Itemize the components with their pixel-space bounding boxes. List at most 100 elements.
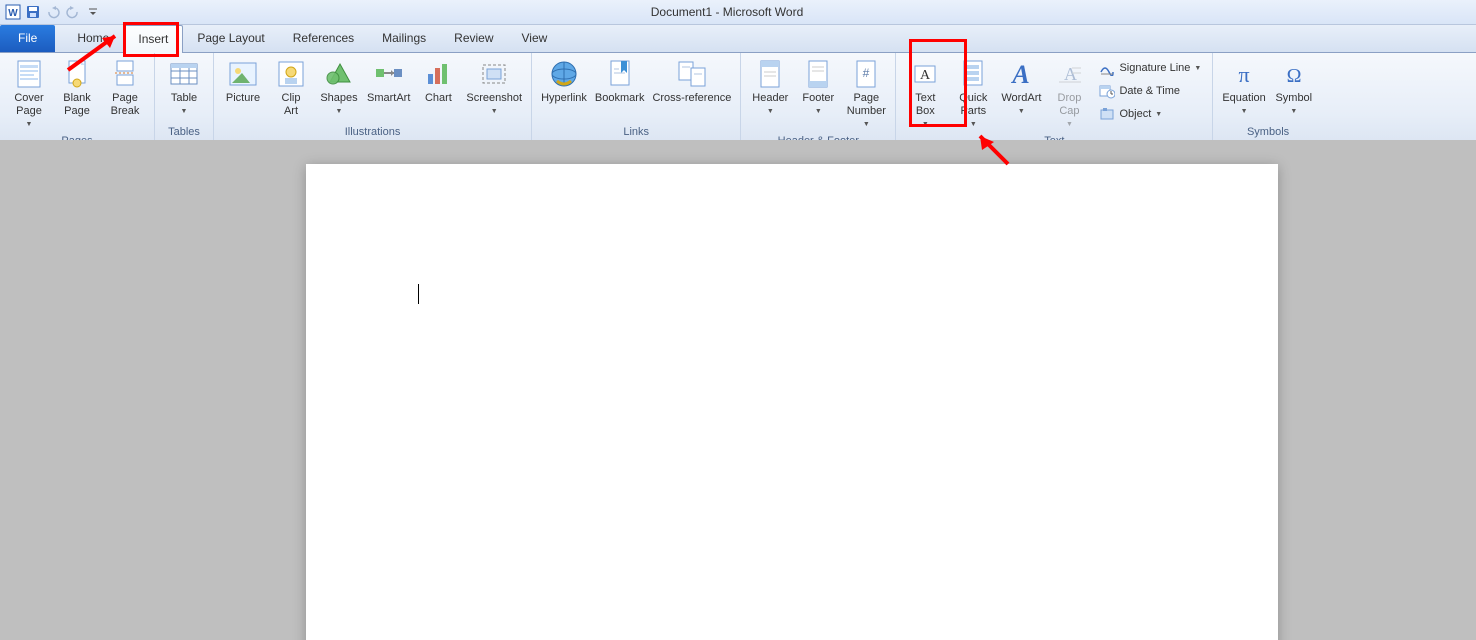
tab-insert[interactable]: Insert <box>123 25 183 53</box>
page-break-button[interactable]: PageBreak <box>102 55 148 123</box>
group-symbols: π Equation▼ Ω Symbol▼ Symbols <box>1213 53 1322 140</box>
bookmark-label: Bookmark <box>595 92 645 105</box>
equation-button[interactable]: π Equation▼ <box>1219 55 1268 123</box>
file-tab[interactable]: File <box>0 25 55 52</box>
text-box-label: TextBox <box>915 92 935 118</box>
wordart-button[interactable]: A WordArt▼ <box>998 55 1044 123</box>
bookmark-button[interactable]: Bookmark <box>592 55 648 123</box>
tab-references[interactable]: References <box>279 25 368 52</box>
text-box-button[interactable]: A TextBox▼ <box>902 55 948 134</box>
header-button[interactable]: Header▼ <box>747 55 793 123</box>
smartart-label: SmartArt <box>367 92 410 105</box>
smartart-button[interactable]: SmartArt <box>364 55 413 123</box>
drop-cap-button[interactable]: A DropCap▼ <box>1046 55 1092 134</box>
title-bar: W Document1 - Microsoft Word <box>0 0 1476 25</box>
redo-icon[interactable] <box>64 3 82 21</box>
tab-mailings[interactable]: Mailings <box>368 25 440 52</box>
signature-line-button[interactable]: Signature Line ▼ <box>1094 57 1206 79</box>
object-button[interactable]: Object ▼ <box>1094 103 1206 125</box>
group-pages: CoverPage▼ BlankPage PageBreak Pages <box>0 53 155 140</box>
chart-icon <box>422 58 454 90</box>
table-button[interactable]: Table▼ <box>161 55 207 123</box>
object-label: Object <box>1119 108 1151 120</box>
svg-text:Ω: Ω <box>1286 65 1301 87</box>
group-links: Hyperlink Bookmark Cross-reference Links <box>532 53 741 140</box>
tab-page-layout[interactable]: Page Layout <box>183 25 278 52</box>
signature-icon <box>1099 60 1115 76</box>
page-break-icon <box>109 58 141 90</box>
page-number-label: PageNumber <box>847 92 886 118</box>
chevron-down-icon: ▼ <box>1066 118 1073 131</box>
chevron-down-icon: ▼ <box>1018 105 1025 118</box>
symbol-label: Symbol <box>1275 92 1312 105</box>
ribbon: CoverPage▼ BlankPage PageBreak Pages Tab… <box>0 53 1476 141</box>
date-time-icon <box>1099 83 1115 99</box>
date-time-label: Date & Time <box>1119 85 1180 97</box>
cross-reference-label: Cross-reference <box>652 92 731 105</box>
cover-page-button[interactable]: CoverPage▼ <box>6 55 52 134</box>
group-tables: Table▼ Tables <box>155 53 214 140</box>
hyperlink-label: Hyperlink <box>541 92 587 105</box>
blank-page-icon <box>61 58 93 90</box>
picture-button[interactable]: Picture <box>220 55 266 123</box>
chart-label: Chart <box>425 92 452 105</box>
symbol-button[interactable]: Ω Symbol▼ <box>1271 55 1317 123</box>
text-side-column: Signature Line ▼ Date & Time Object ▼ <box>1094 55 1206 127</box>
ribbon-tabs: File Home Insert Page Layout References … <box>0 25 1476 53</box>
chevron-down-icon: ▼ <box>336 105 343 118</box>
clip-art-button[interactable]: ClipArt <box>268 55 314 123</box>
document-page[interactable] <box>306 164 1278 640</box>
hyperlink-button[interactable]: Hyperlink <box>538 55 590 123</box>
equation-label: Equation <box>1222 92 1265 105</box>
tab-review[interactable]: Review <box>440 25 507 52</box>
group-illustrations: Picture ClipArt Shapes▼ SmartArt Chart S… <box>214 53 532 140</box>
shapes-button[interactable]: Shapes▼ <box>316 55 362 123</box>
footer-icon <box>802 58 834 90</box>
quick-parts-label: QuickParts <box>959 92 987 118</box>
screenshot-button[interactable]: Screenshot▼ <box>463 55 525 123</box>
undo-icon[interactable] <box>44 3 62 21</box>
cross-reference-button[interactable]: Cross-reference <box>649 55 734 123</box>
page-number-icon: # <box>850 58 882 90</box>
tab-home[interactable]: Home <box>63 25 123 52</box>
document-area[interactable] <box>0 140 1476 640</box>
footer-label: Footer <box>802 92 834 105</box>
svg-text:A: A <box>1064 64 1077 84</box>
chart-button[interactable]: Chart <box>415 55 461 123</box>
chevron-down-icon: ▼ <box>970 118 977 131</box>
wordart-icon: A <box>1005 58 1037 90</box>
chevron-down-icon: ▼ <box>922 118 929 131</box>
chevron-down-icon: ▼ <box>1194 65 1201 72</box>
picture-label: Picture <box>226 92 260 105</box>
group-text: A TextBox▼ QuickParts▼ A WordArt▼ A Drop… <box>896 53 1213 140</box>
shapes-label: Shapes <box>320 92 357 105</box>
group-links-label: Links <box>538 125 734 140</box>
text-cursor <box>418 284 419 304</box>
chevron-down-icon: ▼ <box>1290 105 1297 118</box>
chevron-down-icon: ▼ <box>1241 105 1248 118</box>
screenshot-label: Screenshot <box>466 92 522 105</box>
date-time-button[interactable]: Date & Time <box>1094 80 1206 102</box>
page-number-button[interactable]: # PageNumber▼ <box>843 55 889 134</box>
quick-parts-button[interactable]: QuickParts▼ <box>950 55 996 134</box>
blank-page-label: BlankPage <box>63 92 91 118</box>
tab-view[interactable]: View <box>508 25 562 52</box>
picture-icon <box>227 58 259 90</box>
symbol-icon: Ω <box>1278 58 1310 90</box>
cross-reference-icon <box>676 58 708 90</box>
chevron-down-icon: ▼ <box>1155 111 1162 118</box>
svg-text:#: # <box>863 66 870 80</box>
blank-page-button[interactable]: BlankPage <box>54 55 100 123</box>
svg-text:π: π <box>1239 62 1250 87</box>
text-box-icon: A <box>909 58 941 90</box>
chevron-down-icon: ▼ <box>491 105 498 118</box>
equation-icon: π <box>1228 58 1260 90</box>
page-break-label: PageBreak <box>111 92 140 118</box>
header-label: Header <box>752 92 788 105</box>
table-icon <box>168 58 200 90</box>
smartart-icon <box>373 58 405 90</box>
hyperlink-icon <box>548 58 580 90</box>
group-illustrations-label: Illustrations <box>220 125 525 140</box>
header-icon <box>754 58 786 90</box>
footer-button[interactable]: Footer▼ <box>795 55 841 123</box>
